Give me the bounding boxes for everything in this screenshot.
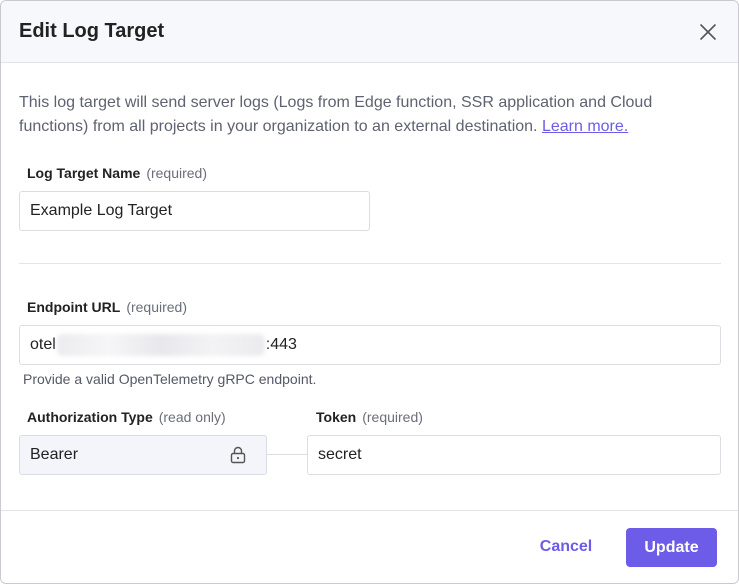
token-input[interactable]: secret (307, 435, 721, 475)
learn-more-link[interactable]: Learn more. (542, 118, 628, 135)
section-divider (19, 263, 721, 264)
dialog-footer: Cancel Update (1, 510, 738, 583)
endpoint-url-input[interactable]: otel :443 (19, 325, 721, 365)
close-icon[interactable] (697, 21, 719, 43)
endpoint-url-label: Endpoint URL (required) (27, 299, 187, 315)
lock-icon (230, 446, 246, 464)
edit-log-target-dialog: Edit Log Target This log target will sen… (0, 0, 739, 584)
log-target-name-label: Log Target Name (required) (27, 165, 207, 181)
dialog-title: Edit Log Target (19, 20, 165, 42)
field-label: Token (316, 409, 357, 425)
redacted-hostname (56, 333, 265, 356)
dialog-header: Edit Log Target (1, 1, 738, 63)
token-label: Token (required) (316, 409, 423, 425)
endpoint-port: :443 (265, 336, 297, 353)
update-button[interactable]: Update (626, 528, 717, 567)
authorization-type-label: Authorization Type (read only) (27, 409, 226, 425)
cancel-button[interactable]: Cancel (521, 528, 611, 566)
field-label: Authorization Type (27, 409, 153, 425)
field-connector-line (267, 454, 307, 455)
endpoint-helper-text: Provide a valid OpenTelemetry gRPC endpo… (23, 371, 317, 387)
required-indicator: (required) (146, 165, 208, 181)
readonly-indicator: (read only) (158, 409, 226, 425)
dialog-description: This log target will send server logs (L… (19, 91, 719, 139)
required-indicator: (required) (126, 299, 188, 315)
required-indicator: (required) (362, 409, 423, 425)
field-label: Endpoint URL (27, 299, 121, 315)
endpoint-prefix: otel (30, 336, 56, 353)
log-target-name-input[interactable]: Example Log Target (19, 191, 370, 231)
field-label: Log Target Name (27, 165, 141, 181)
